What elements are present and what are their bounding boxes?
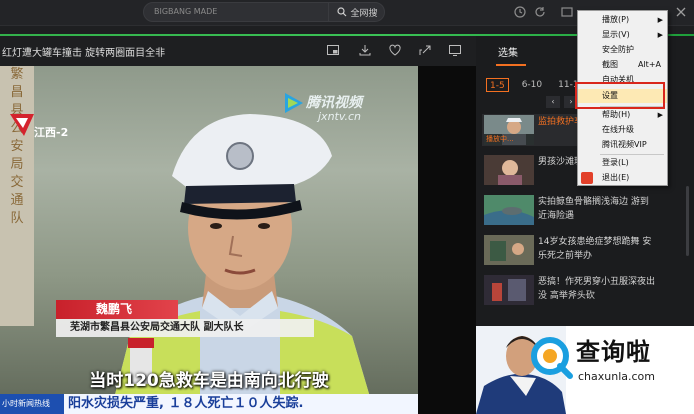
menu-item-label: 腾讯视频VIP	[602, 140, 647, 149]
officer-figure	[110, 114, 375, 414]
search-button-label: 全网搜	[350, 8, 378, 19]
menu-item-label: 帮助(H)	[602, 110, 631, 119]
search-icon	[337, 7, 347, 17]
favorite-icon[interactable]	[388, 43, 402, 57]
site-watermark: 查询啦 chaxunla.com	[476, 326, 694, 414]
watermark-site-name: 查询啦	[576, 338, 651, 366]
list-item[interactable]: 实拍鲸鱼骨骼搁浅海边 游到近海险遇	[482, 194, 657, 226]
background-building: 繁昌县公安局交通队	[0, 66, 34, 326]
tab-episodes[interactable]: 选集	[498, 44, 518, 59]
close-icon[interactable]	[674, 5, 688, 19]
main-menu: 播放(P) ▶ 显示(V) ▶ 安全防护 截图 Alt+A 自动关机 设置 帮助(H)…	[575, 10, 668, 186]
share-icon[interactable]	[418, 43, 432, 57]
list-item-title: 实拍鲸鱼骨骼搁浅海边 游到近海险遇	[538, 197, 649, 221]
submenu-arrow-icon: ▶	[657, 31, 663, 39]
menu-item-play[interactable]: 播放(P) ▶	[578, 13, 667, 27]
menu-item-help[interactable]: 帮助(H) ▶	[578, 108, 667, 122]
thumbnail	[484, 195, 534, 225]
submenu-arrow-icon: ▶	[657, 111, 663, 119]
thumbnail	[484, 235, 534, 265]
menu-item-security[interactable]: 安全防护	[578, 43, 667, 57]
episode-range-row: 1-5 6-10 11-15	[486, 78, 587, 92]
menu-item-label: 退出(E)	[602, 173, 630, 182]
search-button[interactable]: 全网搜	[328, 2, 386, 22]
list-item[interactable]: 恶搞！作死男穿小丑服深夜出没 高举斧头砍	[482, 274, 657, 306]
news-ticker: 小时新闻热线 阳水灾损失严重, １８人死亡１０人失踪.	[0, 394, 418, 414]
list-item[interactable]: 14岁女孩患绝症梦想跪舞 安乐死之前举办	[482, 234, 657, 266]
menu-item-display[interactable]: 显示(V) ▶	[578, 28, 667, 42]
thumbnail	[484, 155, 534, 185]
menu-item-label: 在线升级	[602, 125, 634, 134]
menu-item-vip[interactable]: 腾讯视频VIP	[578, 138, 667, 152]
screenshot-icon[interactable]	[448, 43, 462, 57]
thumbnail	[484, 275, 534, 305]
station-name: 江西-2	[34, 126, 69, 139]
episode-nav: ‹ ›	[546, 96, 578, 108]
ticker-text: 阳水灾损失严重, １８人死亡１０人失踪.	[68, 396, 304, 411]
refresh-icon[interactable]	[533, 5, 547, 19]
menu-item-upgrade[interactable]: 在线升级	[578, 123, 667, 137]
menu-item-label: 显示(V)	[602, 30, 630, 39]
scrollbar[interactable]	[686, 186, 689, 256]
list-item-title: 恶搞！作死男穿小丑服深夜出没 高举斧头砍	[538, 277, 656, 301]
highlight-box	[575, 82, 665, 109]
magnifier-logo-icon	[531, 337, 573, 379]
search-box[interactable]: BIGBANG MADE 全网搜	[143, 2, 385, 22]
skin-icon[interactable]	[560, 5, 574, 19]
name-caption: 魏鹏飞	[56, 300, 178, 319]
menu-item-label: 截图	[602, 60, 618, 69]
watermark-site-url: chaxunla.com	[578, 370, 655, 383]
exit-icon	[581, 172, 593, 184]
pip-icon[interactable]	[326, 43, 340, 57]
role-caption: 芜湖市繁昌县公安局交通大队 副大队长	[56, 319, 314, 337]
search-input[interactable]: BIGBANG MADE	[154, 7, 217, 16]
submenu-arrow-icon: ▶	[657, 16, 663, 24]
tab-underline	[496, 64, 526, 66]
menu-item-label: 安全防护	[602, 45, 634, 54]
episode-range-2[interactable]: 6-10	[519, 78, 545, 92]
subtitle-caption: 当时120急救车是由南向北行驶	[89, 371, 329, 391]
history-icon[interactable]	[513, 5, 527, 19]
menu-item-login[interactable]: 登录(L)	[578, 156, 667, 170]
menu-separator	[600, 154, 664, 155]
menu-item-exit[interactable]: 退出(E)	[578, 171, 667, 185]
menu-item-label: 登录(L)	[602, 158, 629, 167]
list-item-title: 14岁女孩患绝症梦想跪舞 安乐死之前举办	[538, 237, 652, 261]
shortcut-text: Alt+A	[637, 60, 661, 69]
video-player[interactable]: 繁昌县公安局交通队 江西-2 腾讯视频 jxntv.cn 魏鹏飞 芜湖市繁昌县公…	[0, 66, 476, 414]
menu-item-label: 播放(P)	[602, 15, 630, 24]
playing-badge: 播放中...	[484, 134, 534, 145]
download-icon[interactable]	[358, 43, 372, 57]
video-frame: 繁昌县公安局交通队 江西-2 腾讯视频 jxntv.cn 魏鹏飞 芜湖市繁昌县公…	[0, 66, 418, 414]
ticker-label: 小时新闻热线	[0, 394, 64, 414]
episode-range-1[interactable]: 1-5	[486, 78, 509, 92]
video-title: 红灯遭大罐车撞击 旋转两圈面目全非	[2, 48, 166, 59]
video-title-bar: 红灯遭大罐车撞击 旋转两圈面目全非	[0, 38, 476, 64]
prev-page-button[interactable]: ‹	[546, 96, 560, 108]
menu-item-screenshot[interactable]: 截图 Alt+A	[578, 58, 667, 72]
